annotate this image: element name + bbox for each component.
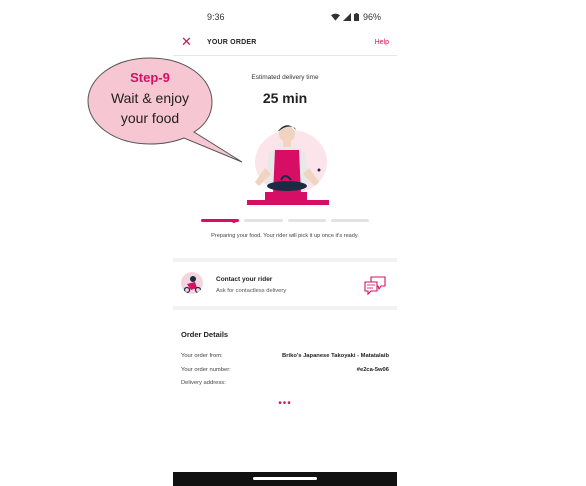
order-number-value: #e2ca-5w06 (356, 367, 389, 373)
order-number-row: Your order number: #e2ca-5w06 (181, 367, 389, 373)
delivery-address-label: Delivery address: (181, 380, 226, 386)
home-gesture-bar[interactable] (253, 477, 317, 480)
callout-line-2: your food (120, 110, 180, 126)
progress-indicator (232, 218, 236, 223)
section-divider-2 (173, 306, 397, 310)
order-details-title: Order Details (181, 330, 229, 339)
callout-line-1: Wait & enjoy (110, 90, 190, 106)
status-icons: 96% (330, 12, 381, 22)
battery-percent: 96% (362, 12, 381, 22)
close-icon[interactable]: ✕ (181, 35, 192, 48)
system-nav-bar (173, 472, 397, 486)
contact-title: Contact your rider (216, 276, 273, 283)
status-bar: 9:36 96% (173, 8, 397, 24)
more-dots-icon[interactable]: ••• (173, 398, 397, 409)
section-divider (173, 258, 397, 262)
battery-icon (353, 13, 359, 21)
order-from-row: Your order from: Briko's Japanese Takoya… (181, 353, 389, 359)
help-link[interactable]: Help (375, 39, 389, 46)
chat-icon[interactable] (363, 276, 387, 296)
progress-step-2 (244, 219, 283, 222)
progress-step-3 (287, 219, 326, 222)
wifi-icon (330, 13, 340, 21)
order-from-label: Your order from: (181, 353, 223, 359)
header: ✕ YOUR ORDER Help (173, 34, 397, 52)
step-callout: Step-9 Wait & enjoy your food (86, 56, 246, 168)
contact-subtitle: Ask for contactless delivery (216, 288, 287, 294)
callout-step: Step-9 (130, 70, 170, 85)
page-title: YOUR ORDER (207, 39, 257, 46)
rider-avatar (181, 272, 203, 294)
delivery-address-row: Delivery address: (181, 380, 389, 386)
order-from-value: Briko's Japanese Takoyaki - Matatalaib (282, 353, 389, 359)
signal-icon (342, 13, 351, 21)
contact-rider-card[interactable]: Contact your rider Ask for contactless d… (173, 265, 397, 305)
progress-step-4 (330, 219, 369, 222)
order-progress (201, 218, 369, 223)
status-message: Preparing your food. Your rider will pic… (211, 233, 359, 239)
callout-text: Wait & enjoy your food (86, 88, 214, 128)
status-time: 9:36 (207, 12, 225, 22)
order-number-label: Your order number: (181, 367, 231, 373)
